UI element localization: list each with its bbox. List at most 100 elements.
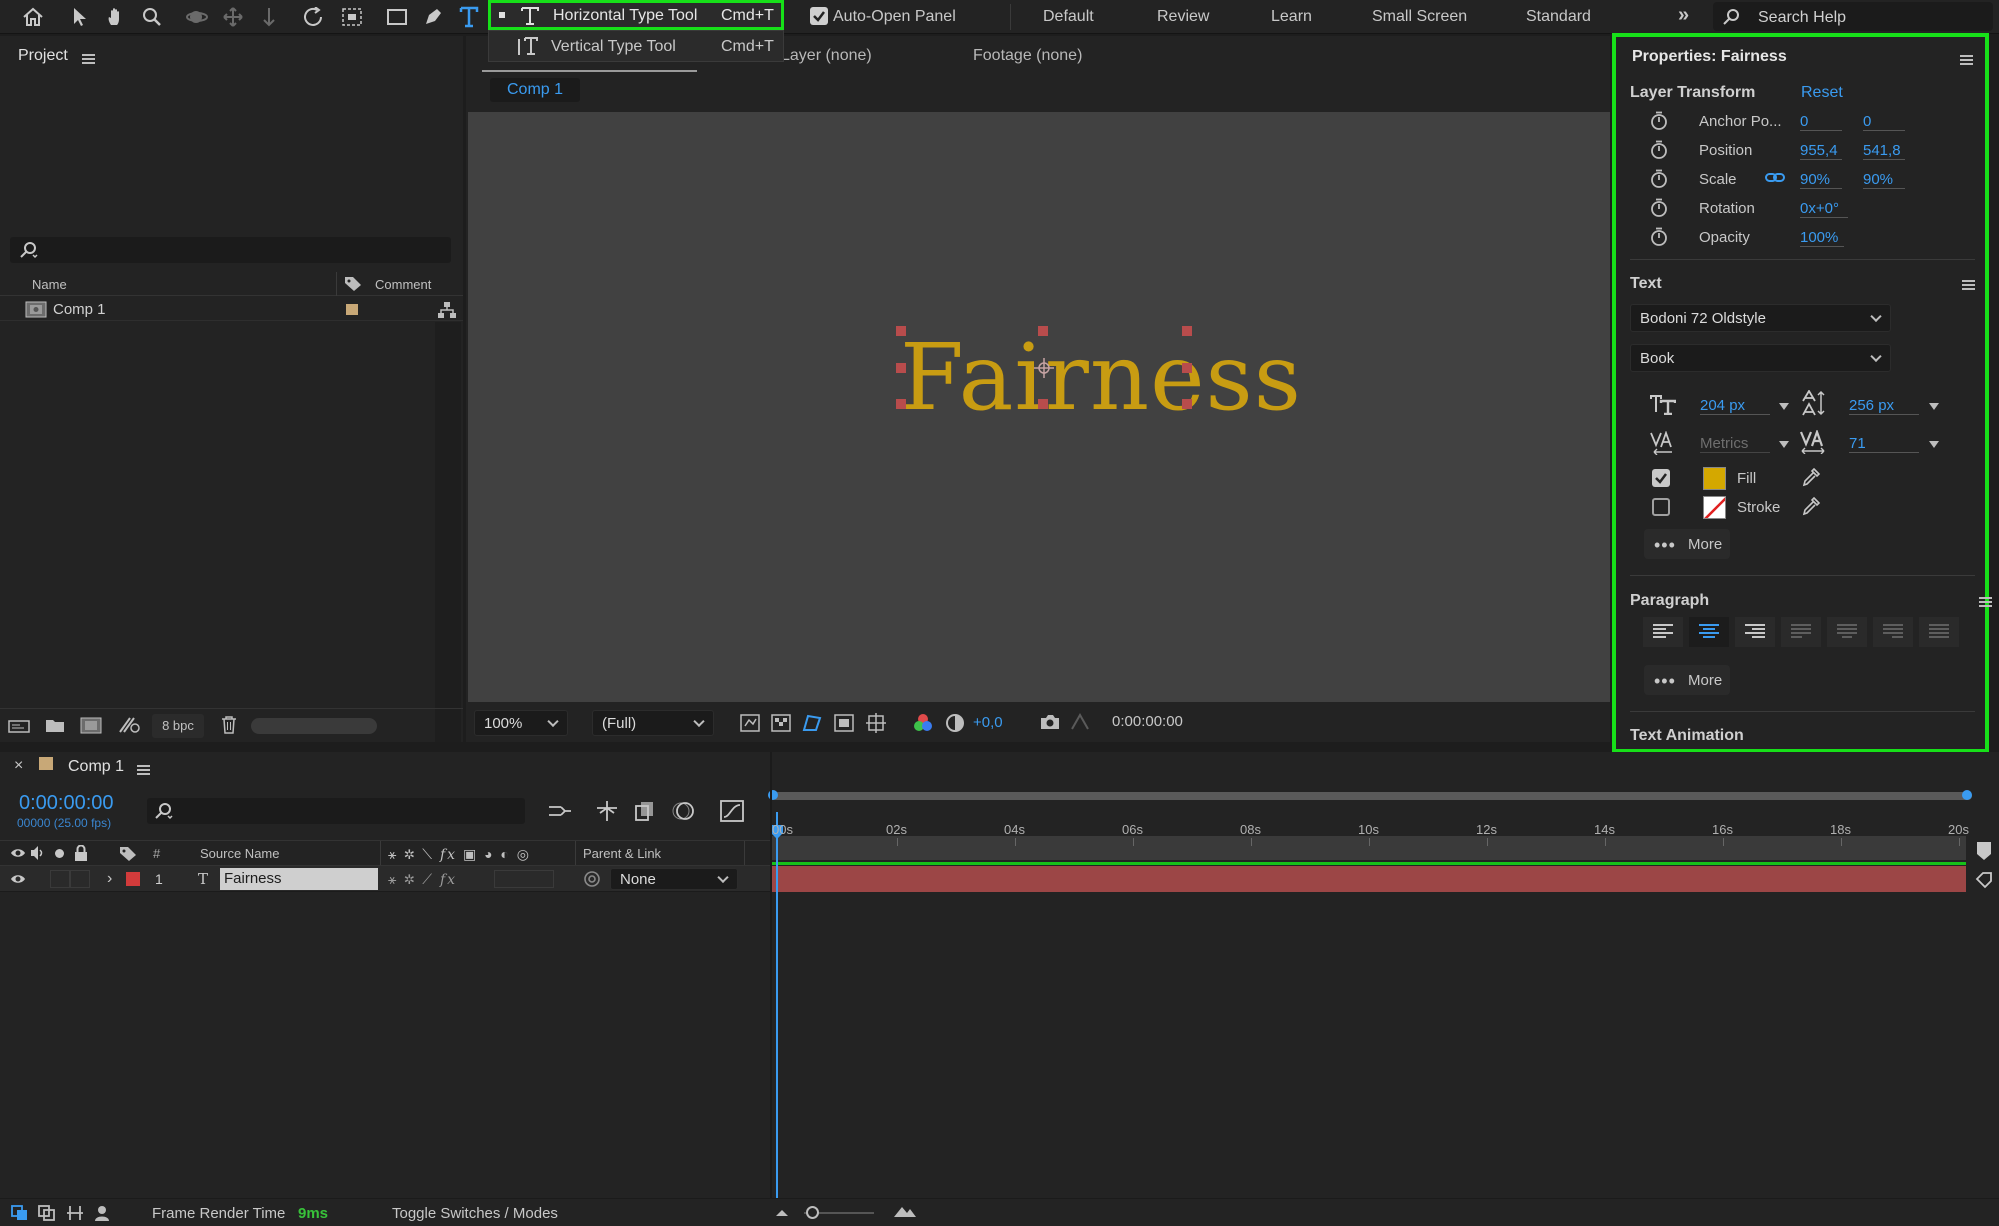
audio-speaker-icon[interactable] (30, 845, 46, 861)
workspace-default[interactable]: Default (1043, 8, 1094, 26)
leading-dropdown-arrow[interactable] (1929, 403, 1939, 410)
camera-tool-icon[interactable] (338, 3, 366, 31)
layer-switch-boxes[interactable] (494, 870, 554, 888)
hand-tool-icon[interactable] (102, 3, 130, 31)
time-ruler[interactable]: 00s 02s 04s 06s 08s 10s 12s 14s 16s 18s … (0, 0, 1999, 846)
comp-end-marker-icon[interactable] (1975, 840, 1993, 862)
workspace-overflow-icon[interactable]: » (1678, 4, 1689, 27)
trash-icon[interactable] (221, 716, 237, 734)
name-column[interactable]: Name (32, 277, 67, 292)
snapshot-camera-icon[interactable] (1039, 713, 1061, 731)
table-row[interactable]: › 1 T Fairness ⚹ ✲ ⟋ fx None (0, 866, 770, 892)
thumbnail-size-slider[interactable] (251, 718, 377, 734)
reset-button[interactable]: Reset (1801, 84, 1843, 102)
exposure-value[interactable]: +0,0 (973, 714, 1003, 731)
channels-icon[interactable] (913, 713, 933, 733)
composition-mini-flowchart-icon[interactable] (547, 801, 573, 821)
timeline-menu-icon[interactable] (137, 765, 150, 775)
work-area-end-handle[interactable] (1962, 790, 1972, 800)
home-icon[interactable] (19, 3, 47, 31)
current-time-indicator[interactable] (776, 812, 778, 1200)
position-y[interactable]: 541,8 (1863, 142, 1905, 160)
properties-menu-icon[interactable] (1960, 55, 1973, 65)
justify-last-left-icon[interactable] (1781, 617, 1821, 647)
font-size-value[interactable]: 204 px (1700, 397, 1770, 415)
bounding-handle[interactable] (896, 399, 906, 409)
resolution-dropdown[interactable]: (Full) (592, 710, 714, 736)
layer-label-swatch[interactable] (126, 872, 140, 886)
show-snapshot-icon[interactable] (1070, 713, 1090, 731)
stopwatch-icon[interactable] (1650, 227, 1668, 247)
bounding-handle[interactable] (1038, 326, 1048, 336)
fill-checkbox[interactable] (1652, 469, 1670, 487)
kerning-value[interactable]: Metrics (1700, 435, 1770, 453)
anchor-point-x[interactable]: 0 (1800, 113, 1842, 131)
justify-last-right-icon[interactable] (1873, 617, 1913, 647)
timeline-search-input[interactable] (147, 798, 525, 824)
vertical-type-tool-menu-item[interactable]: Vertical Type Tool Cmd+T (488, 30, 784, 62)
selection-tool-icon[interactable] (66, 3, 94, 31)
motion-blur-icon[interactable] (672, 800, 696, 822)
constrain-proportions-link-icon[interactable] (1765, 171, 1785, 185)
stopwatch-icon[interactable] (1650, 198, 1668, 218)
orbit-tool-icon[interactable] (183, 3, 211, 31)
comp-marker-bin-icon[interactable] (1975, 871, 1993, 889)
pen-tool-icon[interactable] (419, 3, 447, 31)
eyedropper-icon[interactable] (1801, 496, 1821, 516)
tracking-dropdown-arrow[interactable] (1929, 441, 1939, 448)
fast-previews-icon[interactable] (740, 714, 760, 732)
flowchart-icon[interactable] (437, 301, 457, 319)
footage-viewer-tab[interactable]: Footage (none) (973, 47, 1082, 65)
current-time-display[interactable]: 0:00:00:00 (19, 792, 114, 815)
zoom-in-icon[interactable] (893, 1204, 917, 1218)
source-name-column[interactable]: Source Name (200, 846, 279, 861)
viewer-timecode[interactable]: 0:00:00:00 (1112, 713, 1183, 730)
magnification-dropdown[interactable]: 100% (474, 710, 568, 736)
render-time-icon[interactable] (94, 1204, 114, 1222)
paragraph-more-button[interactable]: ••• More (1644, 665, 1730, 695)
stopwatch-icon[interactable] (1650, 140, 1668, 160)
mask-visibility-icon[interactable] (802, 714, 822, 732)
text-layer[interactable]: Fairness (896, 324, 1301, 431)
reset-exposure-icon[interactable] (945, 713, 965, 733)
scale-y[interactable]: 90% (1863, 171, 1905, 189)
transfer-controls-icon[interactable] (38, 1205, 56, 1221)
zoom-out-icon[interactable] (775, 1207, 789, 1217)
stopwatch-icon[interactable] (1650, 111, 1668, 131)
layer-viewer-tab[interactable]: Layer (none) (781, 47, 872, 65)
type-tool-icon[interactable] (455, 3, 483, 31)
rotation-value[interactable]: 0x+0° (1800, 200, 1848, 218)
font-family-dropdown[interactable]: Bodoni 72 Oldstyle (1630, 304, 1891, 332)
comment-column[interactable]: Comment (375, 277, 431, 292)
composition-canvas[interactable]: Fairness (468, 112, 1610, 702)
anchor-point-y[interactable]: 0 (1863, 113, 1905, 131)
opacity-value[interactable]: 100% (1800, 229, 1844, 247)
workspace-standard[interactable]: Standard (1526, 8, 1591, 26)
horizontal-type-tool-menu-item[interactable]: Horizontal Type Tool Cmd+T (488, 0, 784, 30)
list-item[interactable]: Comp 1 (0, 297, 463, 321)
align-right-icon[interactable] (1735, 617, 1775, 647)
zoom-tool-icon[interactable] (138, 3, 166, 31)
video-eye-icon[interactable] (10, 846, 26, 860)
scale-x[interactable]: 90% (1800, 171, 1842, 189)
bounding-handle[interactable] (1038, 399, 1048, 409)
layer-duration-bar[interactable] (772, 866, 1966, 892)
timeline-comp-tab[interactable]: Comp 1 (68, 758, 124, 776)
layer-name-field[interactable]: Fairness (220, 868, 378, 890)
color-settings-icon[interactable] (118, 716, 142, 734)
justify-last-center-icon[interactable] (1827, 617, 1867, 647)
pan-behind-tool-icon[interactable] (219, 3, 247, 31)
expand-chevron-icon[interactable]: › (107, 870, 112, 888)
bounding-handle[interactable] (1182, 399, 1192, 409)
align-center-icon[interactable] (1689, 617, 1729, 647)
eyedropper-icon[interactable] (1801, 467, 1821, 487)
stroke-checkbox[interactable] (1652, 498, 1670, 516)
bounding-handle[interactable] (896, 363, 906, 373)
auto-open-panel-checkbox[interactable] (810, 7, 828, 25)
paragraph-menu-icon[interactable] (1979, 597, 1993, 607)
interpret-footage-icon[interactable] (8, 718, 30, 734)
frame-blending-icon[interactable] (634, 800, 656, 822)
font-style-dropdown[interactable]: Book (1630, 344, 1891, 372)
region-of-interest-icon[interactable] (834, 714, 854, 732)
project-menu-icon[interactable] (82, 54, 95, 64)
